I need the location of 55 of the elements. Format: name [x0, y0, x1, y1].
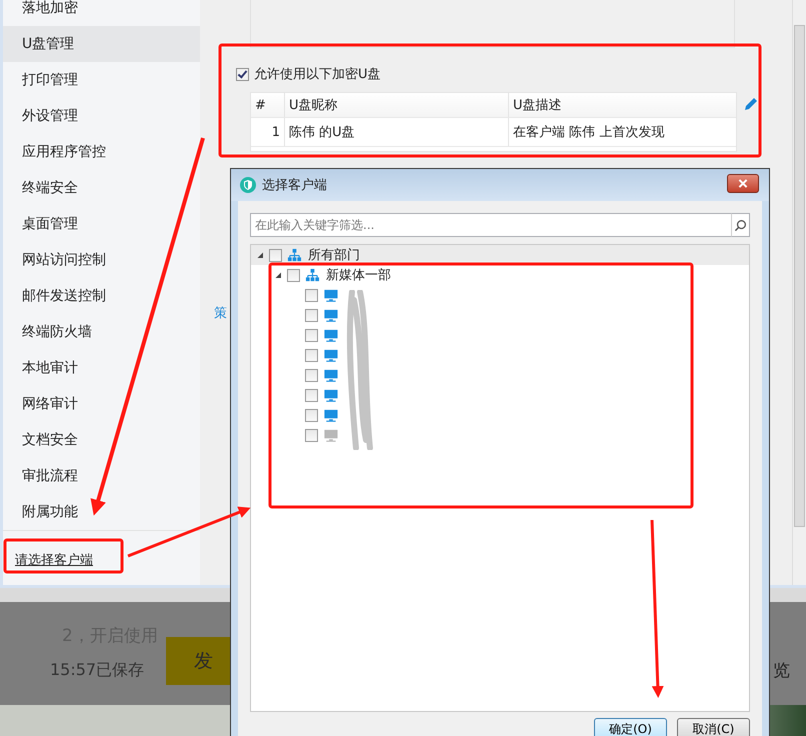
checkbox[interactable] [269, 248, 282, 262]
sidebar-item[interactable]: 落地加密 [3, 0, 200, 26]
checkbox[interactable] [287, 268, 300, 282]
tree-row[interactable]: 新媒体一部 [269, 265, 749, 285]
checkbox[interactable] [305, 288, 318, 302]
sidebar-item[interactable]: 网络审计 [3, 386, 200, 422]
sidebar-item[interactable]: 邮件发送控制 [3, 278, 200, 314]
checkbox[interactable] [305, 368, 318, 382]
saved-status: 15:57已保存 [50, 660, 144, 680]
close-button[interactable] [727, 174, 759, 192]
close-icon [738, 178, 748, 188]
tree-label[interactable]: 新媒体一部 [326, 266, 391, 284]
preview-link[interactable]: 览 [773, 658, 790, 682]
checkbox[interactable] [305, 388, 318, 402]
sidebar-item[interactable]: 应用程序管控 [3, 134, 200, 170]
table-cell: 陈伟 的U盘 [285, 118, 509, 146]
tree-label[interactable]: 所有部门 [308, 246, 360, 264]
org-chart-icon [305, 268, 320, 282]
sidebar-item[interactable]: 本地审计 [3, 350, 200, 386]
sidebar-item[interactable]: 终端安全 [3, 170, 200, 206]
checkbox[interactable] [305, 328, 318, 342]
scrollbar[interactable] [792, 0, 806, 585]
checkbox[interactable] [305, 308, 318, 322]
column-header[interactable]: # [251, 93, 285, 117]
sidebar-item[interactable]: 附属功能 [3, 494, 200, 530]
shield-icon [240, 177, 256, 193]
sidebar-item[interactable]: 外设管理 [3, 98, 200, 134]
column-header[interactable]: U盘描述 [509, 93, 736, 117]
sidebar-item[interactable]: 桌面管理 [3, 206, 200, 242]
sidebar-item[interactable]: 打印管理 [3, 62, 200, 98]
checkbox[interactable] [305, 408, 318, 422]
checkbox[interactable] [236, 68, 249, 80]
table-cell: 1 [251, 118, 285, 146]
search-icon[interactable] [734, 218, 747, 232]
expand-toggle-icon[interactable] [274, 271, 282, 279]
table-cell-text: 在客户端 陈伟 上首次发现 [512, 124, 666, 142]
sidebar-item[interactable]: 文档安全 [3, 422, 200, 458]
select-client-link[interactable]: 请选择客户端 [15, 551, 93, 569]
column-header[interactable]: U盘昵称 [285, 93, 509, 117]
tree-row[interactable]: 所有部门 [251, 245, 749, 265]
sidebar-item[interactable]: 审批流程 [3, 458, 200, 494]
org-chart-icon [287, 248, 302, 262]
checkbox[interactable] [305, 348, 318, 362]
checkbox-label: 允许使用以下加密U盘 [254, 66, 381, 83]
dialog-title: 选择客户端 [262, 177, 327, 194]
expand-toggle-icon[interactable] [256, 251, 264, 259]
sidebar-item[interactable]: 网站访问控制 [3, 242, 200, 278]
sidebar-item[interactable]: 终端防火墙 [3, 314, 200, 350]
scroll-thumb[interactable] [794, 25, 805, 527]
pencil-icon[interactable] [743, 96, 759, 112]
checkbox[interactable] [305, 428, 318, 442]
sidebar-item[interactable]: U盘管理 [3, 26, 200, 62]
dialog-button[interactable]: 确定(O) [594, 718, 667, 736]
search-field[interactable]: 在此输入关键字筛选... [250, 213, 731, 237]
dialog-button[interactable]: 取消(C) [677, 718, 750, 736]
